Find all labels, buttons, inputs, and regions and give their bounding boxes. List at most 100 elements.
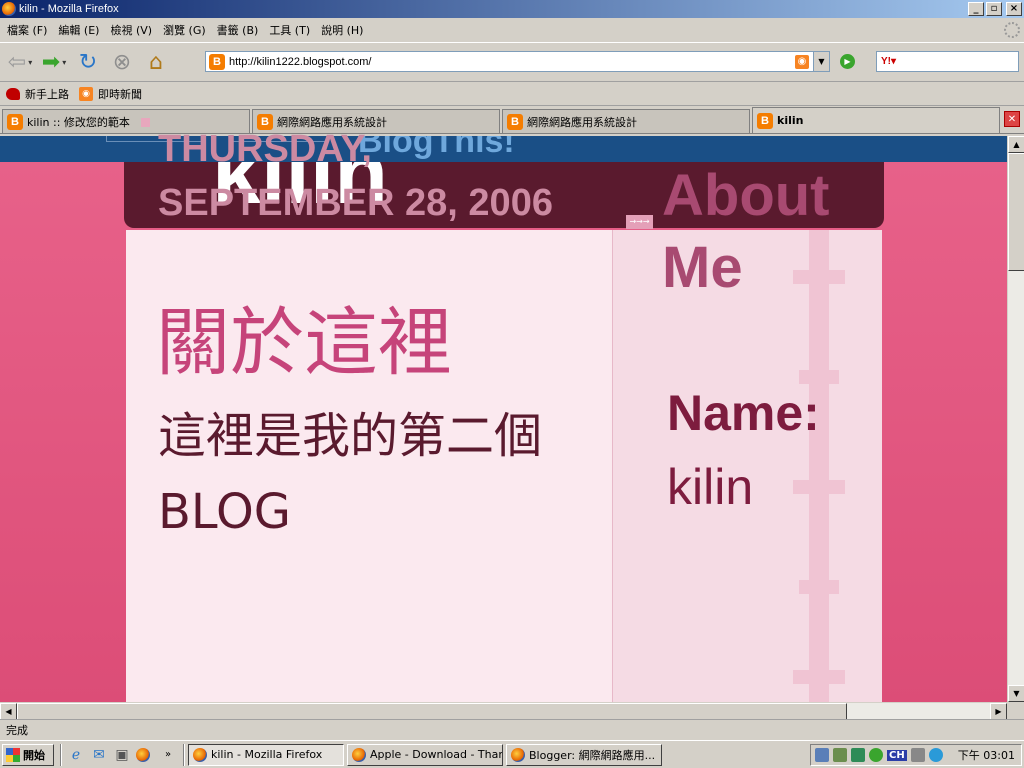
back-button[interactable]: ⇦ ▾ xyxy=(6,48,34,76)
firefox-icon xyxy=(2,2,16,16)
internet-explorer-icon[interactable]: ℯ xyxy=(67,746,85,764)
close-window-button[interactable]: × xyxy=(1006,2,1022,16)
show-desktop-icon[interactable]: ▣ xyxy=(113,746,131,764)
forward-button[interactable]: ➡ ▾ xyxy=(40,48,68,76)
blogger-favicon-icon: B xyxy=(209,53,225,70)
windows-logo-icon xyxy=(6,747,20,762)
volume-icon[interactable] xyxy=(833,748,847,762)
horizontal-scrollbar[interactable]: ◀ ▶ xyxy=(0,702,1007,720)
back-history-dropdown-icon[interactable]: ▾ xyxy=(28,58,32,67)
menu-bookmarks[interactable]: 書籤 (B) xyxy=(214,22,267,38)
scroll-right-button[interactable]: ▶ xyxy=(990,703,1007,720)
blogger-favicon-icon: B xyxy=(7,113,23,130)
clock[interactable]: 下午 03:01 xyxy=(958,747,1015,763)
address-bar[interactable]: B http://kilin1222.blogspot.com/ ◉ ▼ xyxy=(205,51,830,72)
profile-name-value: kilin xyxy=(667,459,754,515)
window-title: kilin - Mozilla Firefox xyxy=(19,3,119,15)
bookmark-getting-started[interactable]: 新手上路 xyxy=(6,86,69,102)
sidebar-decoration xyxy=(799,580,839,594)
bookmarks-toolbar: 新手上路 ◉ 即時新聞 xyxy=(0,82,1024,106)
task-blogger[interactable]: Blogger: 網際網路應用... xyxy=(506,743,662,766)
start-button[interactable]: 開始 xyxy=(2,743,54,766)
taskbar-separator xyxy=(60,743,62,766)
bookmark-label: 新手上路 xyxy=(25,87,69,101)
yahoo-search-engine-icon[interactable]: Y!▾ xyxy=(881,56,896,67)
post-body: 這裡是我的第二個BLOG xyxy=(158,408,543,540)
post-date-header: THURSDAY, SEPTEMBER 28, 2006 xyxy=(158,128,553,224)
sidebar-decoration xyxy=(793,480,845,494)
window-controls: _ ▫ × xyxy=(968,2,1022,16)
task-label: Apple - Download - Thank... xyxy=(370,748,503,761)
bookmark-label: 即時新聞 xyxy=(98,87,142,101)
scrollbar-corner xyxy=(1007,702,1024,719)
vertical-scrollbar[interactable]: ▲ ▼ xyxy=(1007,136,1024,702)
task-label: kilin - Mozilla Firefox xyxy=(211,748,323,761)
firefox-icon xyxy=(193,747,207,762)
windows-taskbar: 開始 ℯ ✉ ▣ » kilin - Mozilla Firefox Apple… xyxy=(0,740,1024,768)
network-icon[interactable] xyxy=(815,748,829,762)
arrow-marker-icon: →→→ xyxy=(626,215,653,229)
firefox-quicklaunch-icon[interactable] xyxy=(136,746,154,764)
close-tab-icon[interactable]: ✕ xyxy=(1004,111,1020,127)
about-me-heading: About Me xyxy=(662,163,830,300)
task-label: Blogger: 網際網路應用... xyxy=(529,748,656,762)
tab-label: kilin :: 修改您的範本 xyxy=(27,115,130,129)
menu-tools[interactable]: 工具 (T) xyxy=(266,22,318,38)
keyboard-icon[interactable] xyxy=(910,748,925,762)
task-apple-download[interactable]: Apple - Download - Thank... xyxy=(347,743,503,766)
quicklaunch-more-icon[interactable]: » xyxy=(159,746,177,764)
scroll-left-button[interactable]: ◀ xyxy=(0,703,17,720)
scroll-down-button[interactable]: ▼ xyxy=(1008,685,1024,702)
ime-indicator[interactable]: CH xyxy=(887,749,907,761)
reload-button[interactable]: ↻ xyxy=(74,48,102,76)
activity-throbber-icon xyxy=(1004,22,1020,38)
status-text: 完成 xyxy=(6,723,28,737)
minimize-button[interactable]: _ xyxy=(968,2,984,16)
sidebar-decoration xyxy=(793,670,845,684)
horizontal-scroll-thumb[interactable] xyxy=(17,703,847,720)
system-tray: CH 下午 03:01 xyxy=(810,744,1022,766)
task-firefox-kilin[interactable]: kilin - Mozilla Firefox xyxy=(188,743,344,766)
search-input[interactable]: Y!▾ xyxy=(876,51,1019,72)
menu-edit[interactable]: 編輯 (E) xyxy=(55,22,107,38)
vertical-scroll-thumb[interactable] xyxy=(1008,153,1024,271)
menu-go[interactable]: 瀏覽 (G) xyxy=(160,22,214,38)
tab-label: kilin xyxy=(777,114,804,127)
antivirus-icon[interactable] xyxy=(851,748,865,762)
rss-feed-icon: ◉ xyxy=(79,86,93,101)
post-bullet-icon xyxy=(141,118,150,127)
url-text[interactable]: http://kilin1222.blogspot.com/ xyxy=(229,56,795,68)
help-icon[interactable] xyxy=(928,748,943,762)
home-icon: ⌂ xyxy=(149,49,163,75)
reload-icon: ↻ xyxy=(78,49,98,75)
scroll-up-button[interactable]: ▲ xyxy=(1008,136,1024,153)
post-title: 關於這裡 xyxy=(156,300,452,386)
bookmark-latest-headlines[interactable]: ◉ 即時新聞 xyxy=(79,86,142,102)
restore-button[interactable]: ▫ xyxy=(986,2,1002,16)
start-label: 開始 xyxy=(23,748,45,762)
messenger-icon[interactable] xyxy=(869,748,883,762)
go-button-icon[interactable]: ▶ xyxy=(840,54,855,69)
firefox-icon xyxy=(136,747,150,762)
tab-kilin[interactable]: B kilin xyxy=(752,107,1000,133)
back-arrow-icon: ⇦ xyxy=(7,49,27,75)
rss-feed-icon[interactable]: ◉ xyxy=(795,54,809,69)
menu-help[interactable]: 說明 (H) xyxy=(318,22,371,38)
menu-bar: 檔案 (F) 編輯 (E) 檢視 (V) 瀏覽 (G) 書籤 (B) 工具 (T… xyxy=(0,18,1024,42)
stop-button[interactable]: ⊗ xyxy=(108,48,136,76)
menu-file[interactable]: 檔案 (F) xyxy=(4,22,55,38)
firefox-icon xyxy=(511,747,525,762)
firefox-help-icon xyxy=(6,87,20,100)
forward-history-dropdown-icon[interactable]: ▾ xyxy=(62,58,66,67)
blogger-favicon-icon: B xyxy=(757,112,773,129)
taskbar-separator xyxy=(183,743,185,766)
sidebar-decoration xyxy=(799,370,839,384)
url-history-dropdown-icon[interactable]: ▼ xyxy=(813,52,829,71)
status-bar: 完成 xyxy=(0,719,1024,739)
title-bar: kilin - Mozilla Firefox _ ▫ × xyxy=(0,0,1024,18)
home-button[interactable]: ⌂ xyxy=(142,48,170,76)
menu-view[interactable]: 檢視 (V) xyxy=(107,22,160,38)
outlook-express-icon[interactable]: ✉ xyxy=(90,746,108,764)
profile-name-label: Name: xyxy=(667,385,820,441)
stop-icon: ⊗ xyxy=(112,49,132,75)
